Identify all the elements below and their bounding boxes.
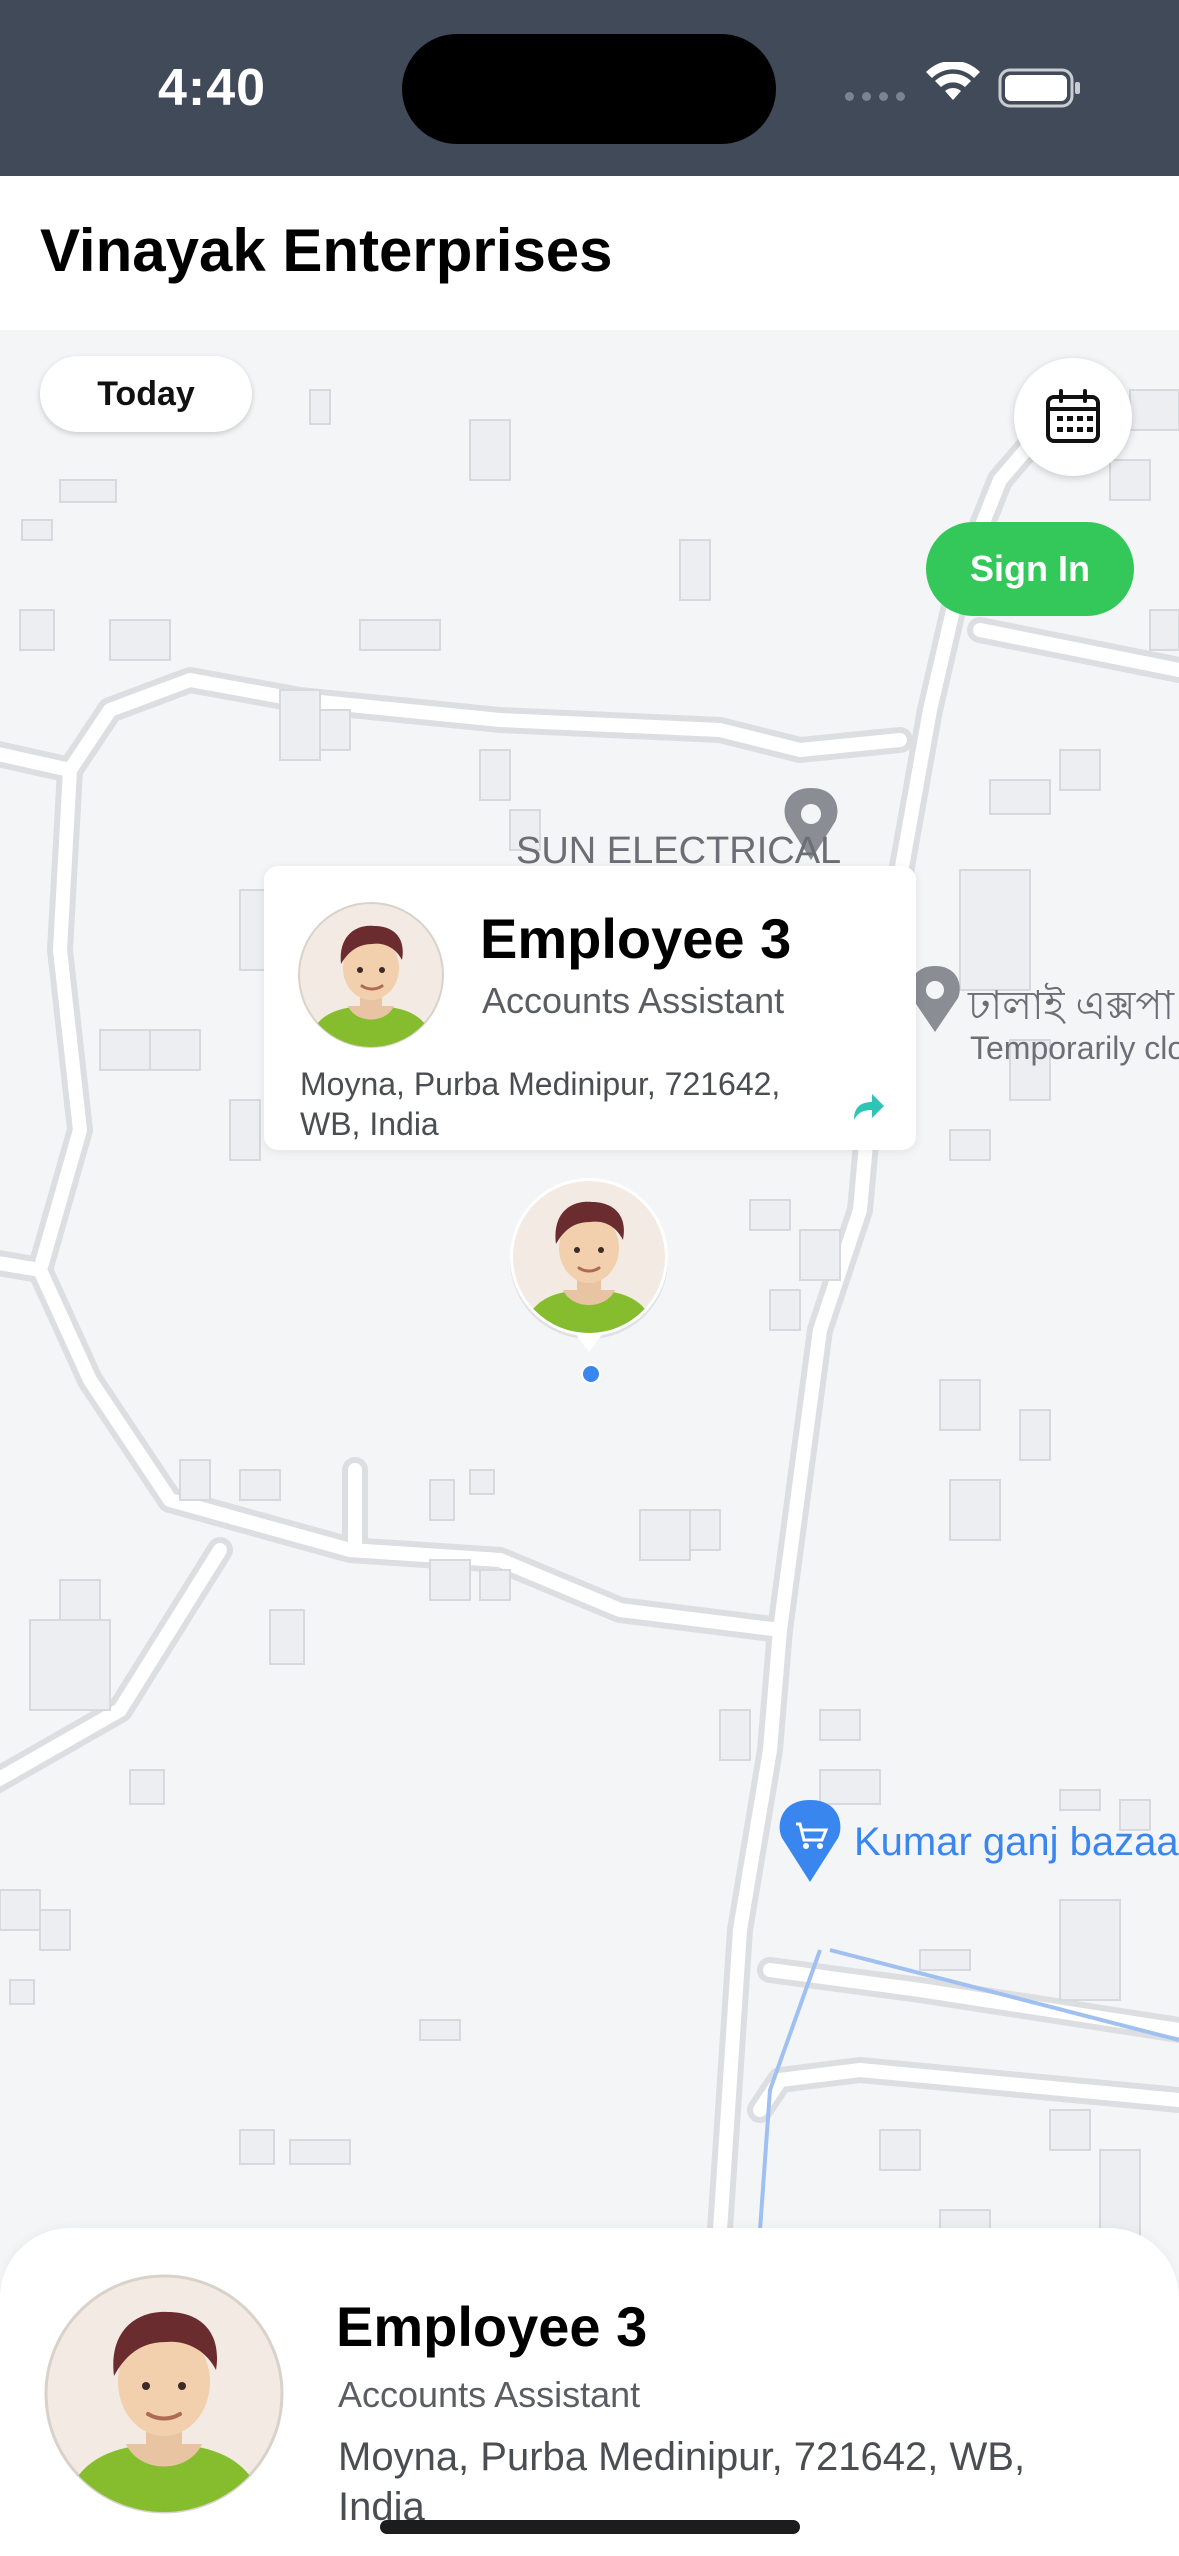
sheet-employee-address: Moyna, Purba Medinipur, 721642, WB, Indi… xyxy=(338,2435,1026,2529)
current-location-dot xyxy=(581,1364,601,1384)
calendar-button[interactable] xyxy=(1014,358,1132,476)
employee-avatar-icon xyxy=(298,902,444,1048)
cellular-signal-icon xyxy=(845,92,905,101)
battery-icon xyxy=(998,68,1080,108)
status-bar: 4:40 xyxy=(0,0,1179,176)
map-label-kumar-ganj-bazaar[interactable]: Kumar ganj bazaar xyxy=(854,1820,1179,1865)
home-indicator[interactable] xyxy=(380,2520,800,2534)
today-filter-button[interactable]: Today xyxy=(40,356,252,432)
page-title: Vinayak Enterprises xyxy=(40,217,613,284)
callout-employee-address: Moyna, Purba Medinipur, 721642, WB, Indi… xyxy=(300,1066,781,1142)
employee-callout-card[interactable]: Employee 3 Accounts Assistant Moyna, Pur… xyxy=(264,866,916,1150)
status-time: 4:40 xyxy=(158,59,267,117)
employee-map-marker[interactable] xyxy=(508,1176,670,1366)
map-background xyxy=(0,330,1179,2556)
app-bar: Vinayak Enterprises xyxy=(0,176,1179,330)
employee-avatar-icon xyxy=(44,2274,284,2514)
callout-employee-role: Accounts Assistant xyxy=(482,980,785,1021)
callout-employee-name: Employee 3 xyxy=(480,907,792,970)
wifi-icon xyxy=(926,62,980,100)
sign-in-button[interactable]: Sign In xyxy=(926,522,1134,616)
calendar-icon xyxy=(1046,389,1100,443)
dynamic-island xyxy=(402,34,776,144)
share-arrow-icon[interactable] xyxy=(850,1092,886,1122)
sheet-employee-role: Accounts Assistant xyxy=(338,2374,641,2415)
map-view[interactable]: SUN ELECTRICAL ঢালাই এক্সপা Temporarily … xyxy=(0,330,1179,2556)
sheet-employee-name: Employee 3 xyxy=(336,2295,648,2358)
employee-bottom-sheet[interactable]: Employee 3 Accounts Assistant Moyna, Pur… xyxy=(0,2228,1179,2556)
map-label-temporarily-closed: Temporarily clo xyxy=(970,1030,1179,1066)
